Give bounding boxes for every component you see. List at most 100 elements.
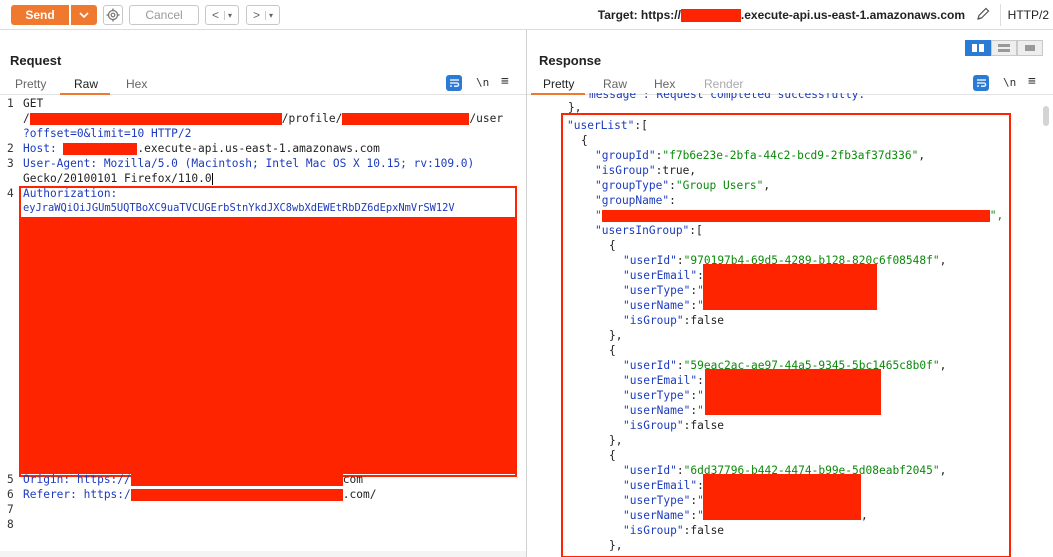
horizontal-scrollbar[interactable]	[0, 551, 526, 557]
json-brace: {	[609, 449, 616, 462]
back-button[interactable]: < ▾	[205, 5, 239, 25]
json-line: "groupType":"Group Users",	[595, 179, 770, 192]
json-key: "groupType"	[595, 179, 670, 192]
response-pane: Response Pretty Raw Hex Render \n ≡ mess…	[527, 30, 1053, 557]
json-key: "userName"	[623, 404, 691, 417]
json-line: "groupId":"f7b6e23e-2bfa-44c2-bcd9-2fb3a…	[595, 149, 925, 162]
origin-end: com	[342, 473, 363, 486]
layout-side-by-side-button[interactable]	[965, 40, 991, 56]
json-brace: {	[581, 134, 588, 147]
json-punct: ,	[861, 509, 868, 522]
host-header: Host: .execute-api.us-east-1.amazonaws.c…	[23, 142, 380, 155]
json-key: "isGroup"	[623, 314, 684, 327]
forward-button[interactable]: > ▾	[246, 5, 280, 25]
redacted-path	[29, 113, 282, 125]
request-editor[interactable]: 1 2 3 4 5 6 7 8 GET / /profile/ /user ?off…	[0, 96, 526, 557]
line-number: 2	[7, 142, 14, 155]
json-punct: ,	[939, 464, 947, 477]
json-line: "isGroup":false	[623, 314, 724, 327]
json-line: "isGroup":false	[623, 419, 724, 432]
json-string: "	[697, 404, 704, 417]
json-brace: },	[609, 434, 623, 447]
path-mid: /profile/	[281, 112, 343, 125]
json-key: "userList"	[567, 119, 635, 132]
toolbar: Send Cancel < ▾ > ▾ Target: https:// .exe…	[0, 0, 1053, 30]
json-key: "userEmail"	[623, 479, 698, 492]
authorization-token: eyJraWQiOiJGUm5UQTBoXC9uaTVCUGErbStnYkdJ…	[23, 202, 455, 214]
line-number: 6	[7, 488, 14, 501]
redacted-user-details	[703, 264, 877, 310]
tab-hex[interactable]: Hex	[126, 77, 147, 91]
newline-toggle[interactable]: \n	[476, 76, 489, 89]
json-line: "userName":"	[623, 404, 704, 417]
json-brace: },	[609, 329, 623, 342]
json-punct: :	[669, 194, 676, 207]
json-key: "groupName"	[595, 194, 670, 207]
back-label: <	[211, 8, 219, 22]
tab-raw[interactable]: Raw	[74, 77, 98, 91]
header-key: Host:	[23, 142, 64, 155]
chevron-down-icon	[79, 12, 89, 18]
json-line: "userType":"	[623, 494, 704, 507]
path-start: /	[23, 112, 30, 125]
json-line: "userEmail":"	[623, 479, 711, 492]
json-punct: :	[697, 374, 704, 387]
vertical-scrollbar[interactable]	[1043, 106, 1049, 126]
line-number: 7	[7, 503, 14, 516]
settings-button[interactable]	[103, 5, 123, 25]
request-path: / /profile/ /user	[23, 112, 503, 125]
json-bool: :false	[683, 419, 725, 432]
rows-icon	[998, 44, 1010, 52]
chevron-down-icon: ▾	[224, 10, 232, 20]
redacted-user-details	[705, 369, 881, 415]
request-pane: Request Pretty Raw Hex \n ≡ 1 2 3 4 5 6 …	[0, 30, 527, 557]
user-agent-header: User-Agent: Mozilla/5.0 (Macintosh; Inte…	[23, 157, 475, 170]
request-title: Request	[10, 53, 62, 68]
json-line: "userType":"	[623, 389, 704, 402]
redacted-origin	[130, 474, 343, 486]
json-string: "f7b6e23e-2bfa-44c2-bcd9-2fb3af37d336"	[662, 149, 919, 162]
json-string: ",	[989, 209, 1004, 222]
redacted-user-details	[703, 474, 861, 520]
edit-target-button[interactable]	[975, 6, 991, 27]
json-key: "userId"	[623, 464, 677, 477]
line-number: 1	[7, 97, 14, 110]
json-punct: :	[676, 359, 684, 372]
redacted-group-name	[601, 210, 990, 222]
json-string: "Group Users"	[675, 179, 764, 192]
cancel-button[interactable]: Cancel	[129, 5, 199, 25]
json-punct: :[	[689, 224, 703, 237]
json-brace: {	[609, 344, 616, 357]
redacted-token	[21, 217, 515, 474]
send-button[interactable]: Send	[11, 5, 69, 25]
layout-stacked-button[interactable]	[991, 40, 1017, 56]
response-title: Response	[539, 53, 602, 68]
single-pane-icon	[1025, 45, 1035, 51]
pencil-icon	[977, 7, 990, 20]
origin-header: Origin: https:// com	[23, 473, 363, 486]
json-brace: },	[609, 539, 623, 552]
word-wrap-button[interactable]	[446, 75, 462, 91]
json-key: "isGroup"	[595, 164, 656, 177]
json-key: "userEmail"	[623, 374, 698, 387]
layout-tabs-button[interactable]	[1017, 40, 1043, 56]
cut-off-line: message":"Request completed successfully…	[589, 88, 872, 101]
menu-icon[interactable]: ≡	[1028, 74, 1036, 89]
path-end: /user	[469, 112, 504, 125]
protocol-selector[interactable]: HTTP/2	[1008, 8, 1049, 22]
json-line: "userEmail":"	[623, 269, 711, 282]
header-key: Referer: https:/	[23, 488, 131, 501]
redacted-host	[680, 9, 741, 23]
json-bool: :false	[683, 524, 725, 537]
tab-pretty[interactable]: Pretty	[15, 77, 46, 91]
json-key: "userType"	[623, 389, 691, 402]
json-line: "userEmail":"	[623, 374, 711, 387]
user-agent-value: Gecko/20100101 Firefox/110.0	[23, 172, 212, 185]
send-options-button[interactable]	[71, 5, 97, 25]
json-key: "userId"	[623, 359, 677, 372]
json-key: "isGroup"	[623, 419, 684, 432]
json-key: "userType"	[623, 284, 691, 297]
redacted-profile-id	[342, 113, 470, 125]
menu-icon[interactable]: ≡	[501, 74, 509, 89]
response-editor[interactable]: message":"Request completed successfully…	[527, 88, 1053, 557]
